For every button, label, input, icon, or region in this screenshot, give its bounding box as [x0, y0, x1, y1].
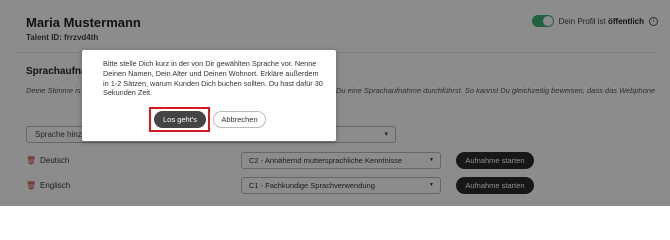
recording-intro-modal: Bitte stelle Dich kurz in der von Dir ge…	[82, 50, 336, 141]
cancel-button[interactable]: Abbrechen	[213, 111, 266, 128]
lets-go-button[interactable]: Los geht's	[154, 111, 206, 128]
modal-instructions: Bitte stelle Dich kurz in der von Dir ge…	[103, 59, 323, 98]
